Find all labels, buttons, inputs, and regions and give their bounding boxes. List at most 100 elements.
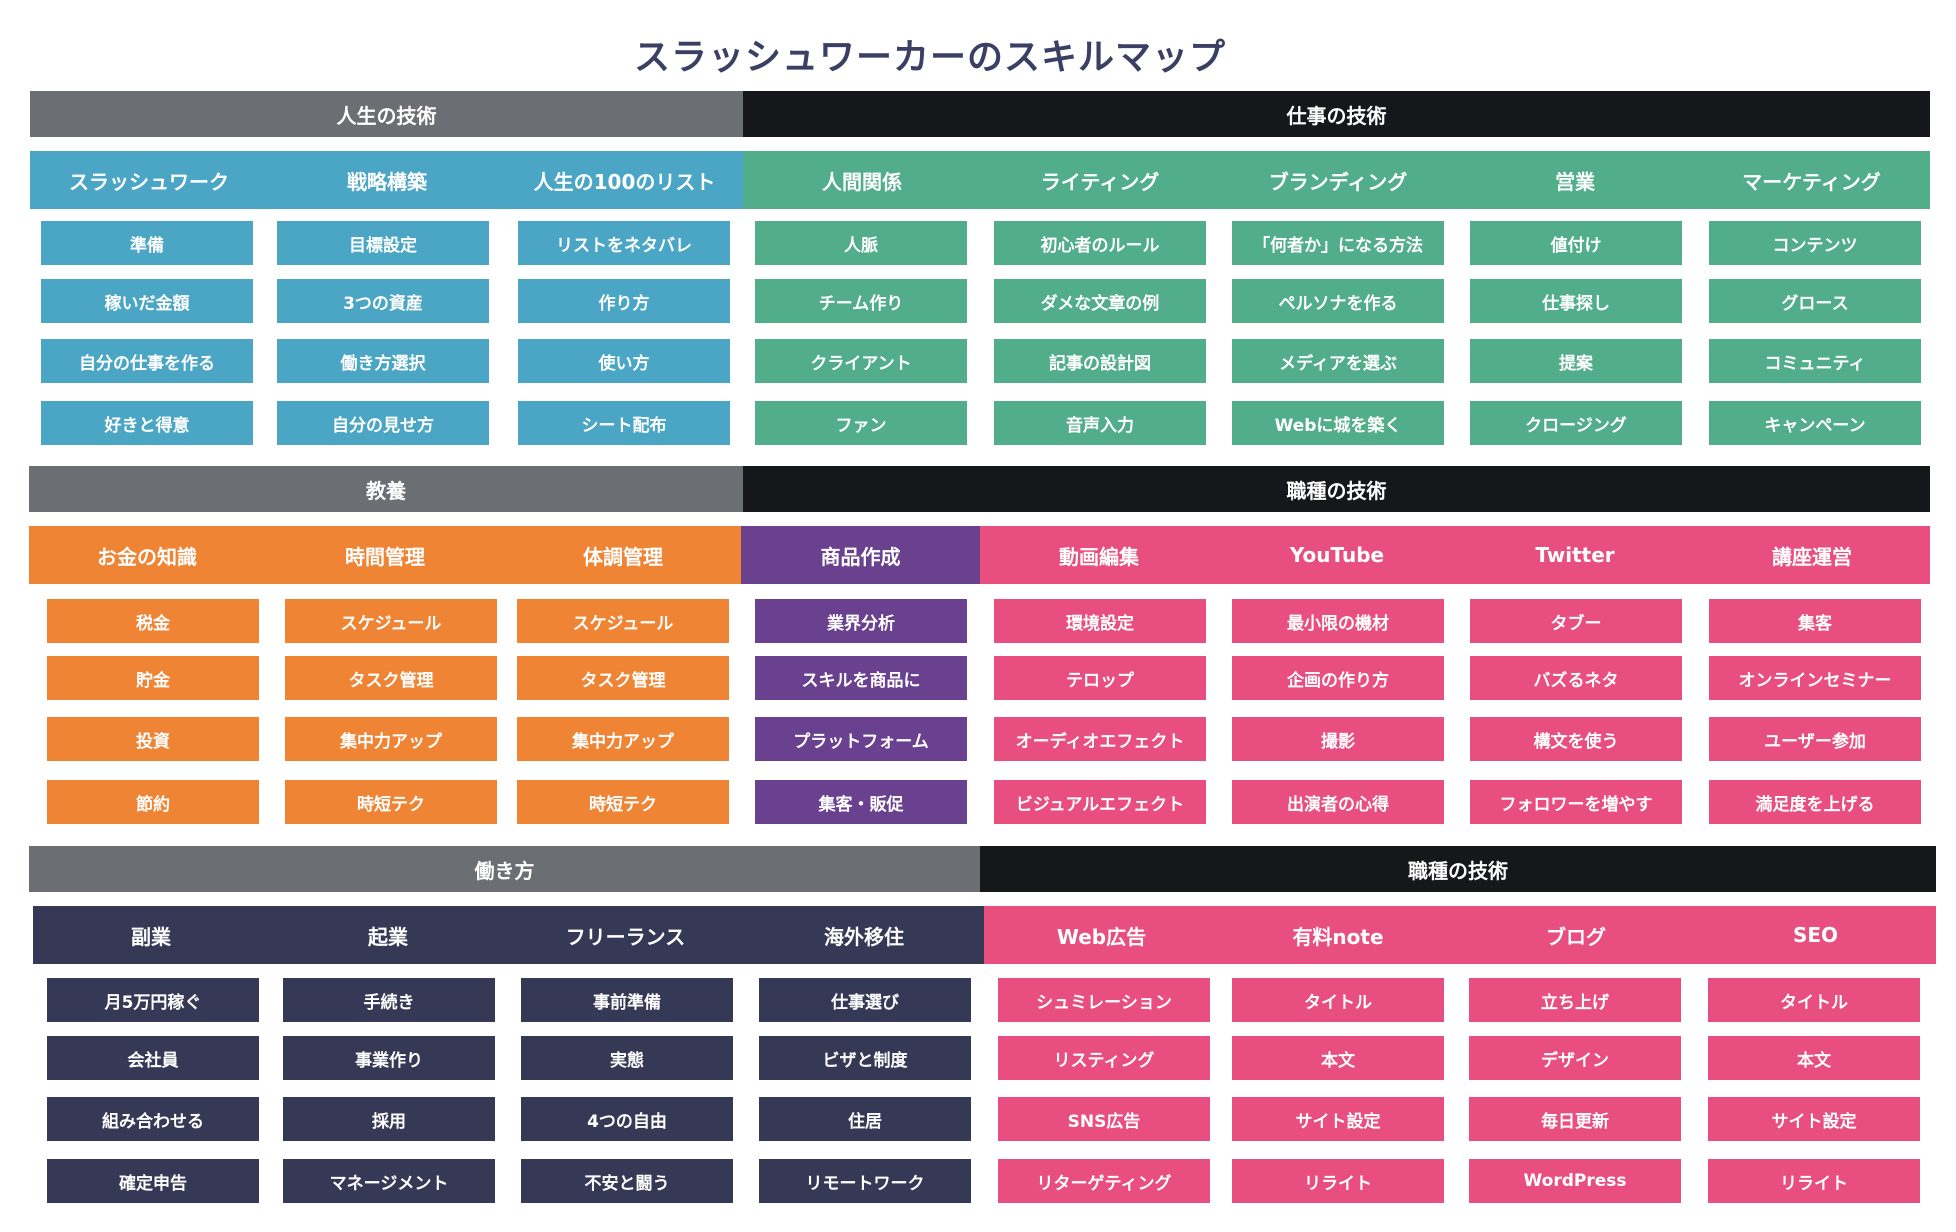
skill-item: スケジュール	[285, 599, 497, 643]
skill-item: 確定申告	[47, 1159, 259, 1203]
skill-item: クライアント	[755, 339, 967, 383]
skill-item: 自分の仕事を作る	[41, 339, 253, 383]
skill-item: 自分の見せ方	[277, 401, 489, 445]
skill-item: リモートワーク	[759, 1159, 971, 1203]
skill-item: 不安と闘う	[521, 1159, 733, 1203]
category-header: 体調管理	[505, 526, 741, 584]
skill-item: 4つの自由	[521, 1097, 733, 1141]
skill-item: リライト	[1708, 1159, 1920, 1203]
skill-item: プラットフォーム	[755, 717, 967, 761]
category-header: お金の知識	[29, 526, 265, 584]
skill-item: ユーザー参加	[1709, 717, 1921, 761]
skill-item: 投資	[47, 717, 259, 761]
skill-item: テロップ	[994, 656, 1206, 700]
skill-item: 稼いだ金額	[41, 279, 253, 323]
skill-item: スキルを商品に	[755, 656, 967, 700]
skill-item: サイト設定	[1232, 1097, 1444, 1141]
section-band-job-skills: 職種の技術	[743, 466, 1930, 512]
category-header: スラッシュワーク	[30, 151, 268, 209]
skill-item: 住居	[759, 1097, 971, 1141]
skill-item: キャンペーン	[1709, 401, 1921, 445]
skill-item: デザイン	[1469, 1036, 1681, 1080]
category-header: ブログ	[1457, 906, 1695, 964]
skill-item: 組み合わせる	[47, 1097, 259, 1141]
category-header: SEO	[1695, 906, 1936, 964]
skill-item: コミュニティ	[1709, 339, 1921, 383]
skill-item: 音声入力	[994, 401, 1206, 445]
category-header: フリーランス	[507, 906, 744, 964]
skill-item: メディアを選ぶ	[1232, 339, 1444, 383]
category-header: ライティング	[981, 151, 1219, 209]
skill-item: リライト	[1232, 1159, 1444, 1203]
skill-item: ビザと制度	[759, 1036, 971, 1080]
skill-item: 満足度を上げる	[1709, 780, 1921, 824]
skill-item: 集中力アップ	[517, 717, 729, 761]
skill-item: クロージング	[1470, 401, 1682, 445]
skill-item: 最小限の機材	[1232, 599, 1444, 643]
skill-item: WordPress	[1469, 1159, 1681, 1203]
skill-item: タイトル	[1708, 978, 1920, 1022]
skill-item: チーム作り	[755, 279, 967, 323]
skill-item: 事業作り	[283, 1036, 495, 1080]
skill-item: 節約	[47, 780, 259, 824]
skill-item: 採用	[283, 1097, 495, 1141]
skill-item: 本文	[1232, 1036, 1444, 1080]
skill-item: 働き方選択	[277, 339, 489, 383]
category-header: 時間管理	[265, 526, 505, 584]
skill-item: 立ち上げ	[1469, 978, 1681, 1022]
skill-item: 準備	[41, 221, 253, 265]
category-header: マーケティング	[1693, 151, 1930, 209]
category-header: 海外移住	[744, 906, 984, 964]
skill-item: 実態	[521, 1036, 733, 1080]
section-band-job-skills-2: 職種の技術	[980, 846, 1936, 892]
skill-item: 好きと得意	[41, 401, 253, 445]
skill-item: フォロワーを増やす	[1470, 780, 1682, 824]
skill-item: 仕事選び	[759, 978, 971, 1022]
category-header: 副業	[33, 906, 269, 964]
skill-item: Webに城を築く	[1232, 401, 1444, 445]
skill-item: 値付け	[1470, 221, 1682, 265]
page-title: スラッシュワーカーのスキルマップ	[633, 37, 1226, 78]
skill-item: オーディオエフェクト	[994, 717, 1206, 761]
skill-item: シート配布	[518, 401, 730, 445]
skill-item: オンラインセミナー	[1709, 656, 1921, 700]
skill-item: 集客・販促	[755, 780, 967, 824]
category-header: 商品作成	[741, 526, 980, 584]
category-header: 動画編集	[980, 526, 1218, 584]
skill-item: 目標設定	[277, 221, 489, 265]
skill-item: 手続き	[283, 978, 495, 1022]
category-header: 講座運営	[1694, 526, 1930, 584]
category-header: 人生の100のリスト	[506, 151, 743, 209]
skill-item: 会社員	[47, 1036, 259, 1080]
category-header: 人間関係	[743, 151, 981, 209]
skill-item: マネージメント	[283, 1159, 495, 1203]
skill-item: ビジュアルエフェクト	[994, 780, 1206, 824]
skill-item: 貯金	[47, 656, 259, 700]
skill-item: 本文	[1708, 1036, 1920, 1080]
skill-item: リスティング	[998, 1036, 1210, 1080]
skill-item: シュミレーション	[998, 978, 1210, 1022]
skill-item: タスク管理	[517, 656, 729, 700]
skill-item: 初心者のルール	[994, 221, 1206, 265]
skill-item: タブー	[1470, 599, 1682, 643]
skill-item: 集中力アップ	[285, 717, 497, 761]
skill-item: 毎日更新	[1469, 1097, 1681, 1141]
skill-item: 使い方	[518, 339, 730, 383]
skill-item: ペルソナを作る	[1232, 279, 1444, 323]
skill-item: リターゲティング	[998, 1159, 1210, 1203]
skill-item: バズるネタ	[1470, 656, 1682, 700]
skill-item: 作り方	[518, 279, 730, 323]
section-band-work-styles: 働き方	[29, 846, 980, 892]
category-header: 戦略構築	[268, 151, 506, 209]
skill-item: ファン	[755, 401, 967, 445]
section-band-life-skills: 人生の技術	[30, 91, 743, 137]
skill-item: 事前準備	[521, 978, 733, 1022]
section-band-work-skills: 仕事の技術	[743, 91, 1930, 137]
skill-item: タスク管理	[285, 656, 497, 700]
category-header: ブランディング	[1219, 151, 1457, 209]
skill-item: 人脈	[755, 221, 967, 265]
skill-item: 税金	[47, 599, 259, 643]
skill-item: 月5万円稼ぐ	[47, 978, 259, 1022]
skill-item: 提案	[1470, 339, 1682, 383]
section-band-liberal-arts: 教養	[29, 466, 743, 512]
